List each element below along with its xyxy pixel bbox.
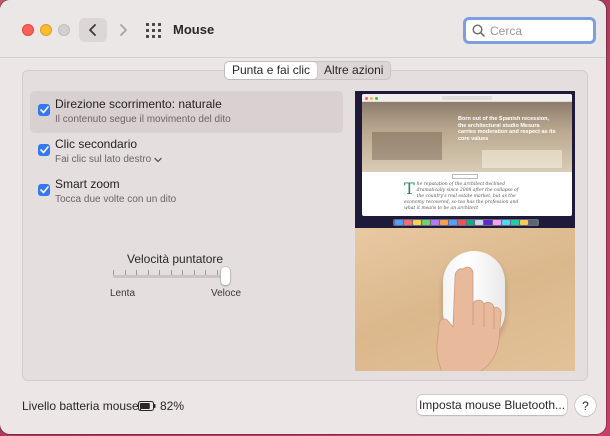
close-window-button[interactable] [22, 24, 34, 36]
title-bar: Mouse [0, 0, 606, 58]
option-title: Smart zoom [55, 177, 120, 191]
smart-zoom-checkbox[interactable] [38, 184, 50, 196]
checkmark-icon [39, 186, 49, 194]
preview-browser: Born out of the Spanish recession, the a… [362, 94, 572, 216]
option-subtitle-text: Il contenuto segue il movimento del dito [55, 114, 231, 125]
option-title: Clic secondario [55, 137, 138, 151]
preview-drop-cap: T [404, 179, 415, 198]
preferences-window: Mouse Punta e fai clic Altre azioni Dire… [0, 0, 606, 434]
option-subtitle-text: Fai clic sul lato destro [55, 154, 152, 165]
option-secondary-click[interactable]: Clic secondario Fai clic sul lato destro [30, 131, 343, 173]
search-icon [472, 24, 485, 37]
speed-max-label: Veloce [211, 288, 242, 299]
preview-desk [355, 228, 575, 371]
window-title: Mouse [173, 22, 215, 37]
preview-article-text: he reputation of the architect declined … [404, 182, 519, 211]
option-subtitle-text: Tocca due volte con un dito [55, 194, 177, 205]
tab-bar: Punta e fai clic Altre azioni [224, 61, 392, 80]
secondary-click-dropdown[interactable]: Fai clic sul lato destro [55, 154, 162, 165]
option-subtitle: Tocca due volte con un dito [55, 194, 176, 205]
checkmark-icon [39, 146, 49, 154]
chevron-down-icon [154, 157, 162, 162]
slider-tick [182, 270, 183, 275]
preview-hero-text: Born out of the Spanish recession, the a… [458, 116, 556, 142]
help-button[interactable]: ? [575, 395, 596, 416]
search-input[interactable] [490, 23, 585, 38]
setup-bluetooth-mouse-button[interactable]: Imposta mouse Bluetooth... [417, 395, 567, 415]
slider-tick [113, 270, 114, 275]
slider-tick [171, 270, 172, 275]
tab-punta-e-fai-clic[interactable]: Punta e fai clic [225, 62, 318, 79]
forward-button[interactable] [109, 18, 137, 42]
minimize-window-button[interactable] [40, 24, 52, 36]
option-subtitle: Il contenuto segue il movimento del dito [55, 114, 231, 125]
battery-icon [138, 401, 156, 411]
preview-article: The reputation of the architect declined… [404, 179, 524, 212]
speed-min-label: Lenta [110, 288, 136, 299]
option-scroll-direction[interactable]: Direzione scorrimento: naturale Il conte… [30, 91, 343, 133]
slider-tick [194, 270, 195, 275]
battery-percent: 82% [160, 399, 185, 413]
slider-tick [136, 270, 137, 275]
hand-image [436, 266, 502, 371]
preview-browser-bar [362, 94, 572, 102]
preview-screen: Born out of the Spanish recession, the a… [355, 91, 575, 228]
option-smart-zoom[interactable]: Smart zoom Tocca due volte con un dito [30, 171, 343, 213]
back-button[interactable] [79, 18, 107, 42]
slider-tick [159, 270, 160, 275]
preview-share-bar [452, 174, 478, 179]
scroll-direction-checkbox[interactable] [38, 104, 50, 116]
battery-level-label: Livello batteria mouse: [22, 399, 143, 413]
pointer-speed-title: Velocità puntatore [127, 252, 224, 266]
search-field[interactable] [463, 17, 596, 44]
checkmark-icon [39, 106, 49, 114]
pointer-speed-knob[interactable] [221, 267, 230, 285]
tab-altre-azioni[interactable]: Altre azioni [317, 62, 390, 79]
preview-dock [393, 219, 539, 226]
preview-hero-image: Born out of the Spanish recession, the a… [362, 102, 572, 172]
gesture-preview: Born out of the Spanish recession, the a… [355, 91, 575, 371]
zoom-window-button[interactable] [58, 24, 70, 36]
chevron-right-icon [120, 24, 127, 36]
slider-tick [125, 270, 126, 275]
slider-tick [217, 270, 218, 275]
option-title: Direzione scorrimento: naturale [55, 97, 222, 111]
pointer-speed-slider[interactable] [113, 275, 227, 278]
chevron-left-icon [89, 24, 96, 36]
slider-tick [148, 270, 149, 275]
secondary-click-checkbox[interactable] [38, 144, 50, 156]
show-all-grid-icon[interactable] [146, 23, 161, 38]
slider-tick [205, 270, 206, 275]
